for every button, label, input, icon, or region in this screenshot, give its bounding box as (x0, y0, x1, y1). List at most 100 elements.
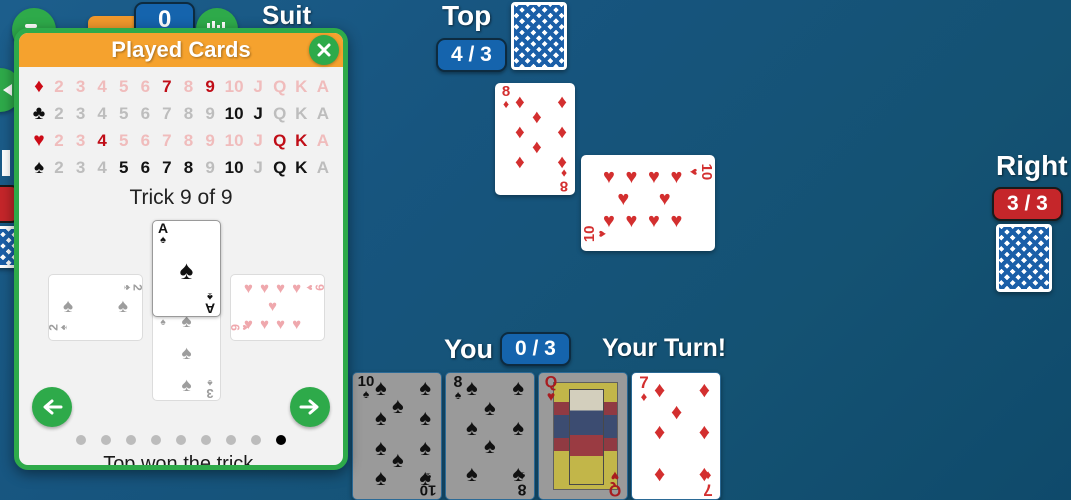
pagination-dot[interactable] (76, 435, 86, 445)
table-card-10-hearts: 10 ♥ 10 ♥ ♥ ♥ ♥ ♥ ♥ ♥ ♥ ♥ ♥ ♥ (581, 155, 715, 251)
previous-trick-button[interactable] (32, 387, 72, 427)
you-score-badge: 0 / 3 (500, 332, 571, 366)
rank-cell: Q (273, 103, 287, 123)
turn-indicator: Your Turn! (602, 334, 727, 362)
rank-cell: 8 (183, 103, 194, 123)
rank-cell: 10 (224, 157, 244, 177)
card-corner-bottom: Q ♥ (608, 467, 622, 498)
rank-cell: 5 (119, 76, 129, 96)
rank-cell: 9 (205, 130, 215, 150)
rank-cell: 2 (54, 130, 64, 150)
rank-cell: 5 (119, 130, 129, 150)
rank-cell: 9 (205, 76, 215, 96)
card-corner-bottom: 2 ♠ (46, 324, 70, 331)
rank-cell: 3 (75, 157, 86, 177)
rank-cell: 10 (224, 130, 244, 150)
dialog-header: Played Cards (19, 33, 343, 67)
pagination-dot[interactable] (151, 435, 161, 445)
rank-cell: Q (273, 130, 287, 150)
rank-cell: 4 (97, 157, 107, 177)
pagination-dot[interactable] (276, 435, 286, 445)
rank-cell: 6 (140, 103, 151, 123)
you-player-name: You (444, 334, 493, 364)
left-player-name-strip (2, 150, 10, 176)
diamonds-suit-icon: ♦ (34, 76, 44, 97)
hand-card-7-diamonds[interactable]: 7 ♦ 7 ♦ ♦ ♦ ♦ ♦ ♦ ♦ ♦ (631, 372, 721, 500)
card-corner-top: 2 ♠ (121, 284, 145, 291)
pagination-dot[interactable] (126, 435, 136, 445)
rank-cell: 7 (162, 103, 172, 123)
rank-cell: Q (273, 157, 287, 177)
dialog-title: Played Cards (111, 37, 251, 62)
right-player-name: Right (996, 150, 1068, 181)
close-button[interactable] (309, 35, 339, 65)
rank-cell: 9 (205, 103, 215, 123)
card-corner-top: 8 ♦ (501, 83, 511, 112)
trick-title: Trick 9 of 9 (129, 186, 233, 209)
pagination-dot[interactable] (101, 435, 111, 445)
rank-cell: A (316, 130, 329, 150)
trick-card-right-9-hearts: 9 ♥ 9 ♥ ♥ ♥ ♥ ♥ ♥ ♥ ♥ ♥ ♥ (229, 274, 326, 341)
pagination-dot[interactable] (201, 435, 211, 445)
hearts-suit-icon: ♥ (33, 130, 45, 151)
hand-card-8-spades[interactable]: 8 ♠ 8 ♠ ♠ ♠ ♠ ♠ ♠ ♠ ♠ ♠ (445, 372, 535, 500)
pagination-dot[interactable] (226, 435, 236, 445)
rank-list: 2 3 4 5 6 7 8 9 10 J Q K A (52, 131, 336, 151)
rank-cell: 3 (75, 130, 86, 150)
top-player-name: Top (442, 0, 492, 31)
rank-cell: 10 (224, 103, 244, 123)
rank-cell: 6 (140, 130, 151, 150)
clubs-suit-icon: ♣ (32, 103, 46, 124)
trick-card-left-2-spades: 2 ♠ 2 ♠ ♠ ♠ (46, 274, 145, 341)
rank-cell: 5 (119, 157, 129, 177)
card-corner-top: A ♠ (157, 220, 169, 247)
rank-cell: 2 (54, 76, 64, 96)
spades-suit-icon: ♠ (33, 157, 45, 178)
trick-display: A ♠ A ♠ ♠ 2 ♠ 2 ♠ ♠ ♠ 9 ♥ 9 ♥ ♥ ♥ ♥ ♥ ♥ … (19, 212, 343, 401)
rank-cell: 4 (97, 103, 107, 123)
suit-label: Suit (262, 0, 312, 30)
rank-cell: 10 (224, 76, 244, 96)
rank-cell: 5 (119, 103, 129, 123)
close-icon (317, 43, 331, 57)
pagination-dot[interactable] (251, 435, 261, 445)
rank-cell: A (316, 157, 329, 177)
rank-cell: 2 (54, 103, 64, 123)
rank-cell: 8 (183, 157, 194, 177)
rank-cell: 7 (162, 130, 172, 150)
rank-cell: 3 (75, 103, 86, 123)
pagination-dot[interactable] (176, 435, 186, 445)
played-row-spades: ♠ 2 3 4 5 6 7 8 9 10 J Q K A (26, 154, 336, 181)
trick-card-top-A-spades: A ♠ A ♠ ♠ (152, 220, 221, 317)
rank-cell: Q (273, 76, 287, 96)
table-card-8-diamonds: 8 ♦ 8 ♦ ♦ ♦ ♦ ♦ ♦ ♦ ♦ ♦ (495, 83, 575, 195)
next-trick-button[interactable] (290, 387, 330, 427)
rank-cell: A (316, 103, 329, 123)
rank-cell: J (253, 103, 263, 123)
rank-list: 2 3 4 5 6 7 8 9 10 J Q K A (52, 104, 336, 124)
played-row-diamonds: ♦ 2 3 4 5 6 7 8 9 10 J Q K A (26, 73, 336, 100)
played-row-clubs: ♣ 2 3 4 5 6 7 8 9 10 J Q K A (26, 100, 336, 127)
right-player-score-badge: 3 / 3 (992, 187, 1063, 221)
hand-card-Q-hearts[interactable]: Q ♥ Q ♥ (538, 372, 628, 500)
trick-status-text: Top won the trick. (103, 453, 259, 470)
rank-cell: 3 (75, 76, 86, 96)
top-player-score-badge: 4 / 3 (436, 38, 507, 72)
played-cards-grid: ♦ 2 3 4 5 6 7 8 9 10 J Q K A ♣ 2 3 4 5 6 7 8 9 10 J Q K A ♥ 2 3 4 5 6 7 8 9 1… (19, 67, 343, 183)
rank-cell: 8 (183, 76, 194, 96)
hand-card-10-spades[interactable]: 10 ♠ 10 ♠ ♠ ♠ ♠ ♠ ♠ ♠ ♠ ♠ ♠ ♠ (352, 372, 442, 500)
arrow-right-icon (299, 399, 319, 415)
played-cards-dialog: Played Cards ♦ 2 3 4 5 6 7 8 9 10 J Q K A ♣ 2 3 4 5 6 7 8 9 10 J… (14, 28, 348, 470)
rank-cell: J (253, 130, 263, 150)
trick-pagination-dots (19, 435, 343, 445)
rank-cell: 7 (162, 157, 172, 177)
rank-cell: 7 (162, 76, 172, 96)
rank-cell: 4 (97, 130, 107, 150)
card-corner-top: 8 ♠ (453, 374, 463, 403)
rank-cell: K (295, 130, 308, 150)
rank-cell: K (295, 103, 308, 123)
card-corner-top: Q ♥ (544, 374, 558, 405)
rank-cell: J (253, 157, 263, 177)
rank-cell: 4 (97, 76, 107, 96)
top-player-card-back (511, 2, 567, 70)
